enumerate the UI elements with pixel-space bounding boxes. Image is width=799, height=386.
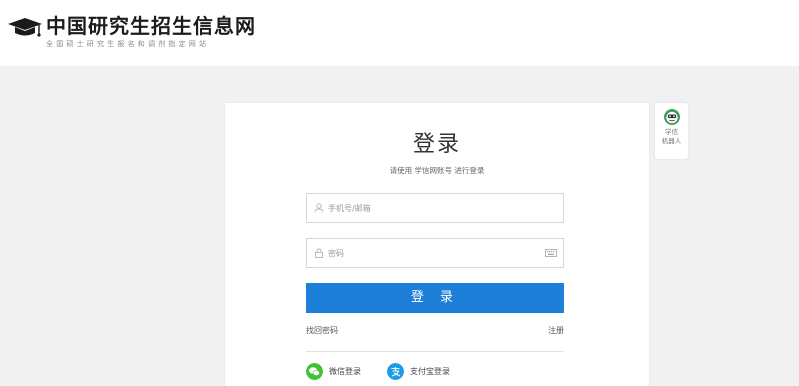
alipay-icon <box>387 363 404 380</box>
robot-icon <box>663 109 680 125</box>
user-icon <box>314 203 324 213</box>
site-subtitle: 全国硕士研究生报名和调剂指定网站 <box>46 40 210 48</box>
site-logo[interactable]: 中国研究生招生信息网 全国硕士研究生报名和调剂指定网站 <box>8 14 256 49</box>
login-card: 登录 请使用 学信网账号 进行登录 登 录 找回密码 注册 <box>225 103 649 386</box>
login-subtitle: 请使用 学信网账号 进行登录 <box>389 166 485 175</box>
forgot-password-link[interactable]: 找回密码 <box>306 326 338 336</box>
logo-text: 中国研究生招生信息网 全国硕士研究生报名和调剂指定网站 <box>46 14 256 49</box>
register-link[interactable]: 注册 <box>548 326 564 336</box>
graduation-cap-icon <box>8 18 42 37</box>
robot-label: 学信 机器人 <box>655 128 688 146</box>
robot-label-line1: 学信 <box>665 128 678 136</box>
password-field <box>306 238 564 268</box>
wechat-icon <box>306 363 323 380</box>
alipay-login-label: 支付宝登录 <box>410 366 450 376</box>
robot-label-line2: 机器人 <box>661 137 682 145</box>
alipay-login-link[interactable]: 支付宝登录 <box>387 363 450 380</box>
lock-icon <box>315 248 323 258</box>
login-button[interactable]: 登 录 <box>306 283 564 313</box>
username-input[interactable] <box>328 194 563 222</box>
keyboard-icon[interactable] <box>545 249 557 257</box>
divider <box>306 351 564 352</box>
username-field <box>306 193 564 223</box>
site-title: 中国研究生招生信息网 <box>46 14 256 38</box>
site-header: 中国研究生招生信息网 全国硕士研究生报名和调剂指定网站 <box>0 0 799 66</box>
robot-assistant-button[interactable]: 学信 机器人 <box>655 103 688 159</box>
password-input[interactable] <box>328 239 545 267</box>
wechat-login-link[interactable]: 微信登录 <box>306 363 361 380</box>
login-title: 登录 <box>412 132 461 157</box>
wechat-login-label: 微信登录 <box>329 366 361 376</box>
